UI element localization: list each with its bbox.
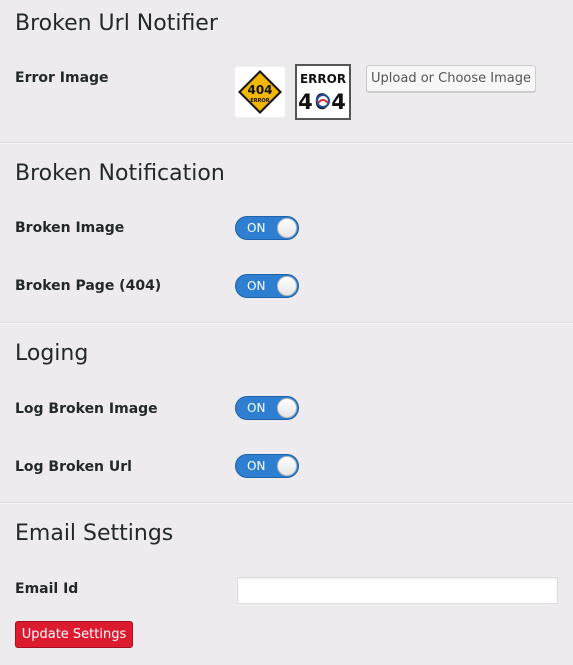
log-broken-image-toggle[interactable]: ON bbox=[235, 396, 299, 420]
update-settings-button[interactable]: Update Settings bbox=[15, 621, 133, 648]
error-404-icon: ERROR 404 bbox=[297, 66, 349, 118]
log-broken-image-label: Log Broken Image bbox=[15, 401, 158, 417]
upload-or-choose-image-button[interactable]: Upload or Choose Image bbox=[366, 65, 536, 92]
warning-image-text-top: 404 bbox=[247, 83, 272, 97]
log-broken-url-toggle[interactable]: ON bbox=[235, 454, 299, 478]
section-divider bbox=[0, 322, 573, 324]
broken-page-label: Broken Page (404) bbox=[15, 278, 162, 294]
section-title-email-settings: Email Settings bbox=[15, 521, 174, 546]
broken-page-toggle[interactable]: ON bbox=[235, 274, 299, 298]
warning-image-text-bottom: ERROR bbox=[250, 98, 269, 104]
toggle-knob bbox=[277, 456, 297, 476]
email-id-input[interactable] bbox=[237, 577, 558, 604]
error-image-option-warning-404[interactable]: 404 ERROR bbox=[235, 67, 285, 117]
section-divider bbox=[0, 142, 573, 144]
log-broken-url-label: Log Broken Url bbox=[15, 459, 132, 475]
error-image-option-error-404[interactable]: ERROR 404 bbox=[295, 64, 351, 120]
toggle-state-label: ON bbox=[247, 279, 266, 293]
section-divider bbox=[0, 502, 573, 504]
toggle-knob bbox=[277, 218, 297, 238]
error-image-label: Error Image bbox=[15, 70, 109, 86]
toggle-state-label: ON bbox=[247, 459, 266, 473]
section-title-loging: Loging bbox=[15, 341, 89, 366]
toggle-state-label: ON bbox=[247, 401, 266, 415]
toggle-state-label: ON bbox=[247, 221, 266, 235]
section-title-broken-notification: Broken Notification bbox=[15, 161, 225, 186]
email-id-label: Email Id bbox=[15, 581, 79, 597]
warning-404-icon: 404 ERROR bbox=[235, 67, 285, 117]
toggle-knob bbox=[277, 276, 297, 296]
broken-image-label: Broken Image bbox=[15, 220, 125, 236]
broken-image-toggle[interactable]: ON bbox=[235, 216, 299, 240]
error-image-text-top: ERROR bbox=[300, 72, 346, 86]
section-title-broken-url-notifier: Broken Url Notifier bbox=[15, 11, 218, 36]
toggle-knob bbox=[277, 398, 297, 418]
